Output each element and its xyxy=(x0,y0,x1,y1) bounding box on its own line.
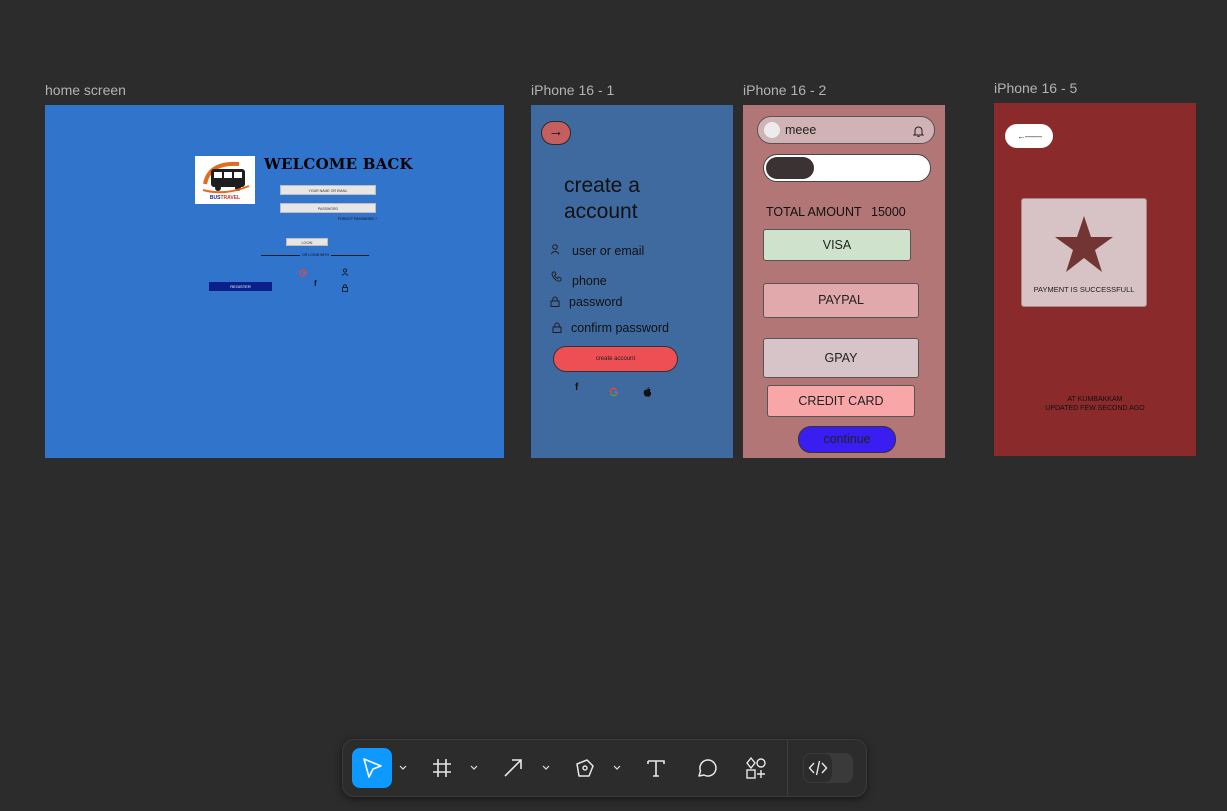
chevron-down-icon[interactable] xyxy=(468,740,480,796)
pen-tool-button[interactable] xyxy=(572,740,598,796)
comment-icon xyxy=(698,759,717,777)
credit-card-button[interactable]: CREDIT CARD xyxy=(767,385,915,417)
user-or-email-field[interactable]: user or email xyxy=(572,244,644,258)
comment-tool-button[interactable] xyxy=(694,740,720,796)
google-icon[interactable] xyxy=(609,384,619,402)
user-name: meee xyxy=(785,123,817,137)
dev-mode-toggle[interactable] xyxy=(803,753,853,783)
payment-success-card: PAYMENT IS SUCCESSFULL xyxy=(1021,198,1147,307)
bus-logo: BUSTRAVEL xyxy=(195,156,255,204)
chevron-down-icon[interactable] xyxy=(397,740,409,796)
payment-success-text: PAYMENT IS SUCCESSFULL xyxy=(1033,285,1135,294)
confirm-password-field[interactable]: confirm password xyxy=(571,321,669,335)
create-account-title: create a account xyxy=(564,174,640,223)
chevron-down-icon[interactable] xyxy=(611,740,623,796)
or-login-with-text: OR LOGIN WITH xyxy=(300,253,332,257)
apple-icon[interactable] xyxy=(643,384,652,397)
toolbar-divider xyxy=(787,740,788,796)
frame-label-iphone-5[interactable]: iPhone 16 - 5 xyxy=(994,80,1077,96)
total-amount-label: TOTAL AMOUNT xyxy=(766,205,862,219)
username-input[interactable]: YOUR NAME OR EMAIL xyxy=(280,185,376,195)
toggle-knob xyxy=(766,157,814,179)
star-icon xyxy=(1054,215,1114,278)
back-button[interactable]: ←—— xyxy=(1005,124,1053,148)
phone-icon xyxy=(551,271,562,285)
create-account-button[interactable]: create account xyxy=(553,346,678,372)
phone-field[interactable]: phone xyxy=(572,274,607,288)
total-amount-value: 15000 xyxy=(871,205,906,219)
text-tool-button[interactable] xyxy=(643,740,669,796)
home-screen-frame[interactable]: BUSTRAVEL WELCOME BACK YOUR NAME OR EMAI… xyxy=(45,105,504,458)
forgot-password-link[interactable]: FORGOT PASSWORD ? xyxy=(338,217,377,221)
paypal-button[interactable]: PAYPAL xyxy=(763,283,919,318)
frame-label-iphone-2[interactable]: iPhone 16 - 2 xyxy=(743,82,826,98)
facebook-icon[interactable]: f xyxy=(575,382,578,393)
arrow-icon xyxy=(504,759,522,777)
text-icon xyxy=(647,760,665,777)
iphone-1-frame[interactable]: → create a account user or email phone p… xyxy=(531,105,733,458)
lock-icon xyxy=(550,296,560,310)
welcome-title: WELCOME BACK xyxy=(264,155,413,173)
lock-icon xyxy=(552,322,562,336)
register-button[interactable]: REGISTER xyxy=(209,282,272,291)
iphone-2-frame[interactable]: meee TOTAL AMOUNT 15000 VISA PAYPAL GPAY… xyxy=(743,105,945,458)
bell-icon[interactable] xyxy=(912,124,925,142)
next-arrow-button[interactable]: → xyxy=(541,121,571,145)
move-tool-button[interactable] xyxy=(352,748,392,788)
facebook-icon[interactable]: f xyxy=(314,279,317,288)
user-icon xyxy=(550,244,560,258)
frame-label-home[interactable]: home screen xyxy=(45,82,126,98)
hash-frame-icon xyxy=(433,759,451,777)
frame-tool-button[interactable] xyxy=(429,740,455,796)
password-field[interactable]: password xyxy=(569,295,623,309)
toggle-switch[interactable] xyxy=(763,154,931,182)
arrow-tool-button[interactable] xyxy=(500,740,526,796)
chevron-down-icon[interactable] xyxy=(540,740,552,796)
continue-button[interactable]: continue xyxy=(798,426,896,453)
avatar xyxy=(764,122,780,138)
location-status: AT KUMBAKKAM UPDATED FEW SECOND AGO xyxy=(1045,396,1145,412)
gpay-button[interactable]: GPAY xyxy=(763,338,919,378)
shapes-tool-button[interactable] xyxy=(743,740,769,796)
password-input[interactable]: PASSWORD xyxy=(280,203,376,213)
iphone-5-frame[interactable]: ←—— PAYMENT IS SUCCESSFULL AT KUMBAKKAM … xyxy=(994,103,1196,456)
google-icon[interactable] xyxy=(299,264,307,277)
pen-icon xyxy=(576,759,594,777)
login-button[interactable]: LOGIN xyxy=(286,238,328,246)
code-icon xyxy=(808,760,828,776)
lock-icon[interactable] xyxy=(341,279,349,297)
search-bar[interactable]: meee xyxy=(757,116,935,144)
frame-label-iphone-1[interactable]: iPhone 16 - 1 xyxy=(531,82,614,98)
logo-text: BUSTRAVEL xyxy=(209,195,241,201)
dev-mode-knob xyxy=(804,754,832,782)
cursor-icon xyxy=(363,758,382,778)
bottom-toolbar xyxy=(342,739,867,797)
visa-button[interactable]: VISA xyxy=(763,229,911,261)
shapes-plus-icon xyxy=(746,756,766,779)
